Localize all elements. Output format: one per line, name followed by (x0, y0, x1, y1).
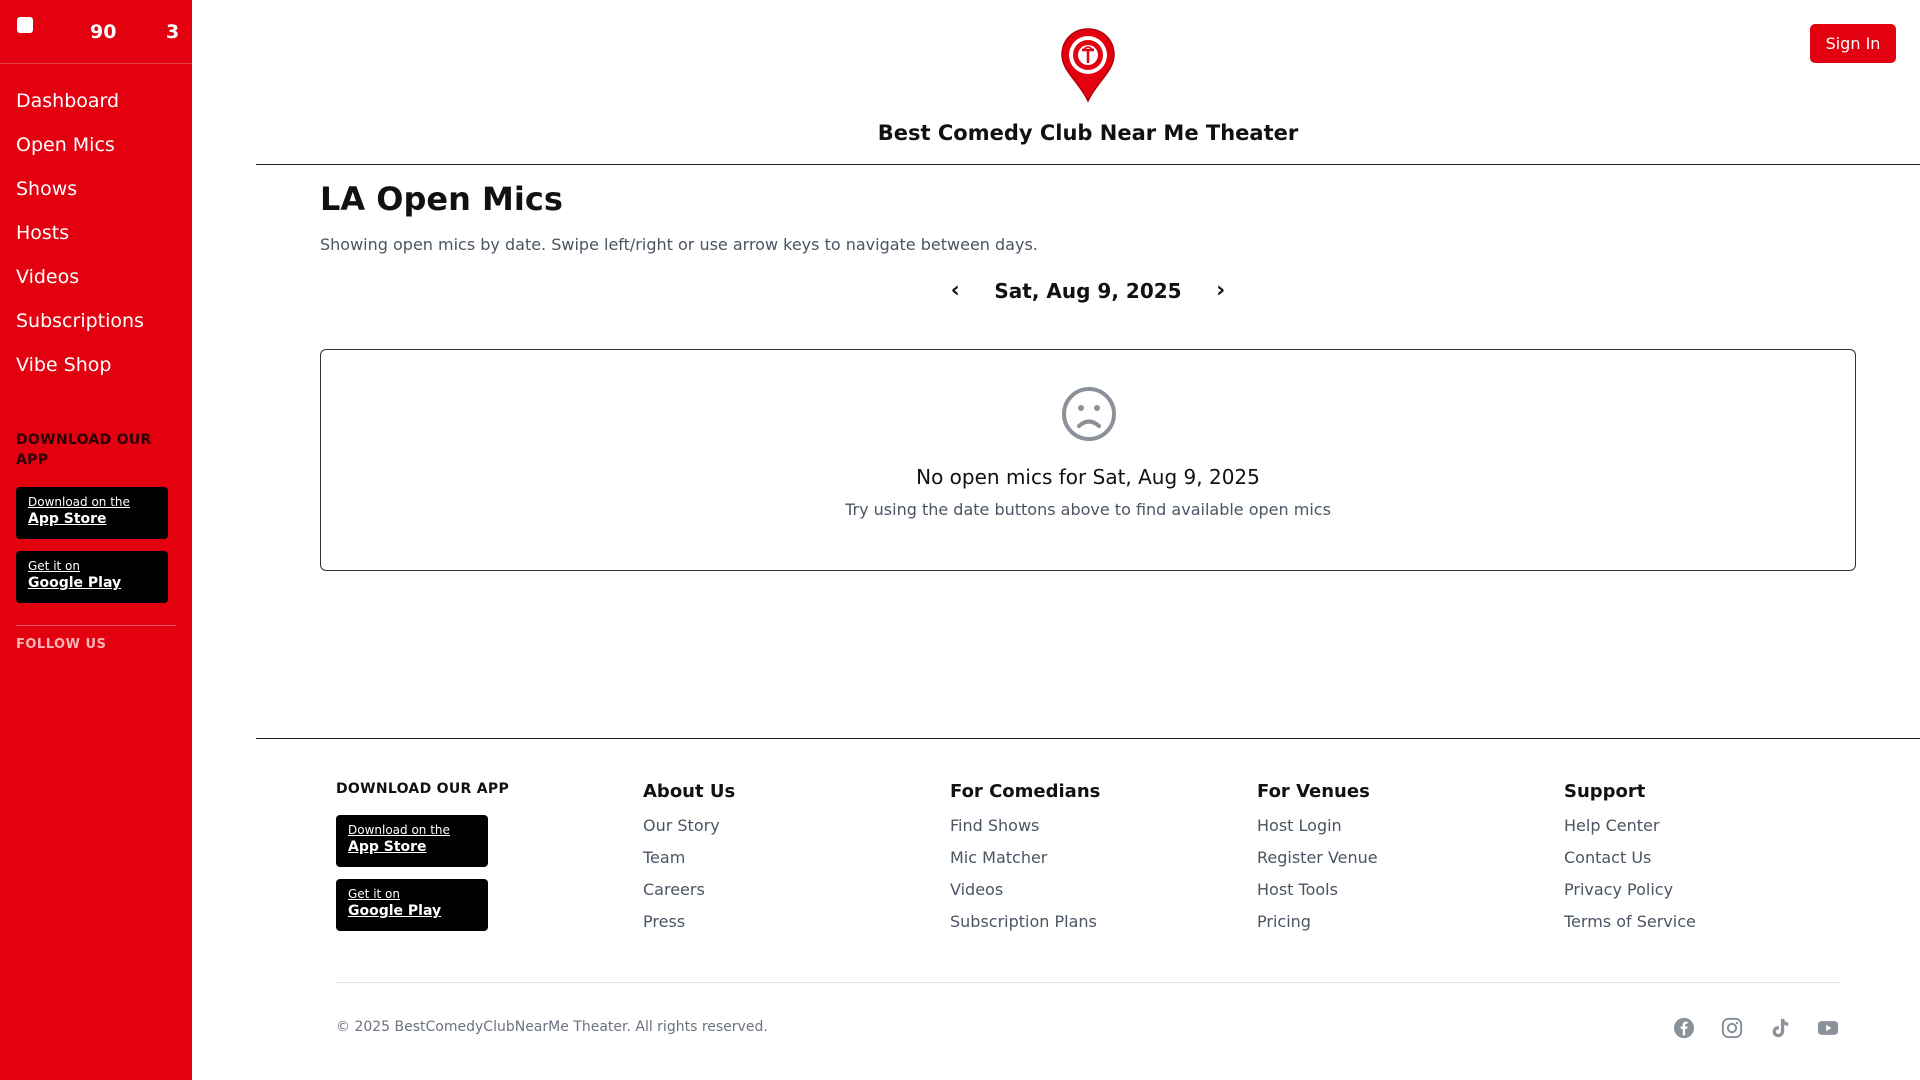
youtube-icon[interactable] (1817, 1017, 1839, 1039)
footer-link-terms-of-service[interactable]: Terms of Service (1564, 911, 1696, 943)
footer-google-play-button[interactable]: Get it on Google Play (336, 879, 488, 931)
checkbox-icon[interactable] (17, 17, 33, 33)
sidebar-header: 90 3 (0, 0, 192, 64)
footer-link-pricing[interactable]: Pricing (1257, 911, 1378, 943)
sidebar-divider (16, 625, 176, 626)
footer-app-store-button[interactable]: Download on the App Store (336, 815, 488, 867)
google-play-line2: Google Play (348, 903, 442, 919)
footer-column-venues: For Venues Host Login Register Venue Hos… (1257, 781, 1378, 943)
app-store-line2: App Store (348, 839, 427, 855)
sidebar-item-subscriptions[interactable]: Subscriptions (16, 308, 144, 352)
app-store-line2: App Store (28, 511, 107, 527)
footer-link-host-tools[interactable]: Host Tools (1257, 879, 1378, 911)
prev-day-chevron-left-icon[interactable]: ‹ (941, 278, 969, 303)
sidebar-item-hosts[interactable]: Hosts (16, 220, 144, 264)
footer-column-title: For Venues (1257, 781, 1370, 802)
footer-divider-top (256, 738, 1920, 739)
footer-link-host-login[interactable]: Host Login (1257, 815, 1378, 847)
instagram-icon[interactable] (1721, 1017, 1743, 1039)
sad-face-icon (1062, 387, 1116, 441)
app-store-line1: Download on the (348, 823, 450, 837)
footer-link-careers[interactable]: Careers (643, 879, 735, 911)
footer-column-comedians: For Comedians Find Shows Mic Matcher Vid… (950, 781, 1100, 943)
footer-link-register-venue[interactable]: Register Venue (1257, 847, 1378, 879)
page-description: Showing open mics by date. Swipe left/ri… (320, 235, 1038, 254)
next-day-chevron-right-icon[interactable]: › (1207, 278, 1235, 303)
sidebar-count-right: 3 (166, 21, 180, 43)
current-date-label: Sat, Aug 9, 2025 (994, 278, 1182, 303)
footer-column-title: About Us (643, 781, 736, 802)
date-navigator: ‹ Sat, Aug 9, 2025 › (256, 278, 1920, 303)
header-divider (256, 164, 1920, 165)
google-play-line2: Google Play (28, 575, 122, 591)
google-play-line1: Get it on (348, 887, 401, 901)
footer-link-subscription-plans[interactable]: Subscription Plans (950, 911, 1100, 943)
footer-link-press[interactable]: Press (643, 911, 735, 943)
sidebar-item-vibe-shop[interactable]: Vibe Shop (16, 352, 144, 396)
sidebar-count-left: 90 (90, 21, 117, 43)
footer-column-support: Support Help Center Contact Us Privacy P… (1564, 781, 1696, 943)
footer-link-find-shows[interactable]: Find Shows (950, 815, 1100, 847)
sign-in-button[interactable]: Sign In (1810, 24, 1896, 63)
empty-state-card: No open mics for Sat, Aug 9, 2025 Try us… (320, 349, 1856, 571)
sidebar-follow-title: FOLLOW US (16, 637, 107, 652)
sidebar: 90 3 Dashboard Open Mics Shows Hosts Vid… (0, 0, 192, 1080)
page-title: LA Open Mics (320, 180, 563, 218)
footer-link-contact-us[interactable]: Contact Us (1564, 847, 1696, 879)
footer-column-title: For Comedians (950, 781, 1101, 802)
empty-state-subtitle: Try using the date buttons above to find… (845, 500, 1331, 519)
sidebar-item-open-mics[interactable]: Open Mics (16, 132, 144, 176)
facebook-icon[interactable] (1673, 1017, 1695, 1039)
sidebar-item-dashboard[interactable]: Dashboard (16, 88, 144, 132)
sidebar-nav: Dashboard Open Mics Shows Hosts Videos S… (16, 88, 144, 396)
app-store-line1: Download on the (28, 495, 130, 509)
footer-link-mic-matcher[interactable]: Mic Matcher (950, 847, 1100, 879)
google-play-line1: Get it on (28, 559, 81, 573)
site-title: Best Comedy Club Near Me Theater (877, 121, 1299, 145)
footer-column-title: Support (1564, 781, 1646, 802)
footer-link-help-center[interactable]: Help Center (1564, 815, 1696, 847)
map-pin-logo-icon[interactable] (1060, 27, 1116, 103)
copyright-text: © 2025 BestComedyClubNearMe Theater. All… (336, 1019, 768, 1035)
footer-link-videos[interactable]: Videos (950, 879, 1100, 911)
sidebar-item-shows[interactable]: Shows (16, 176, 144, 220)
empty-state-title: No open mics for Sat, Aug 9, 2025 (916, 465, 1260, 489)
sidebar-app-store-button[interactable]: Download on the App Store (16, 487, 168, 539)
footer-link-team[interactable]: Team (643, 847, 735, 879)
footer-link-our-story[interactable]: Our Story (643, 815, 735, 847)
sidebar-google-play-button[interactable]: Get it on Google Play (16, 551, 168, 603)
sidebar-download-title: DOWNLOAD OUR APP (16, 432, 152, 468)
footer-column-about: About Us Our Story Team Careers Press (643, 781, 735, 943)
footer-link-privacy-policy[interactable]: Privacy Policy (1564, 879, 1696, 911)
footer-download-title: DOWNLOAD OUR APP (336, 781, 510, 797)
tiktok-icon[interactable] (1769, 1017, 1791, 1039)
footer-divider (336, 982, 1840, 983)
sidebar-item-videos[interactable]: Videos (16, 264, 144, 308)
